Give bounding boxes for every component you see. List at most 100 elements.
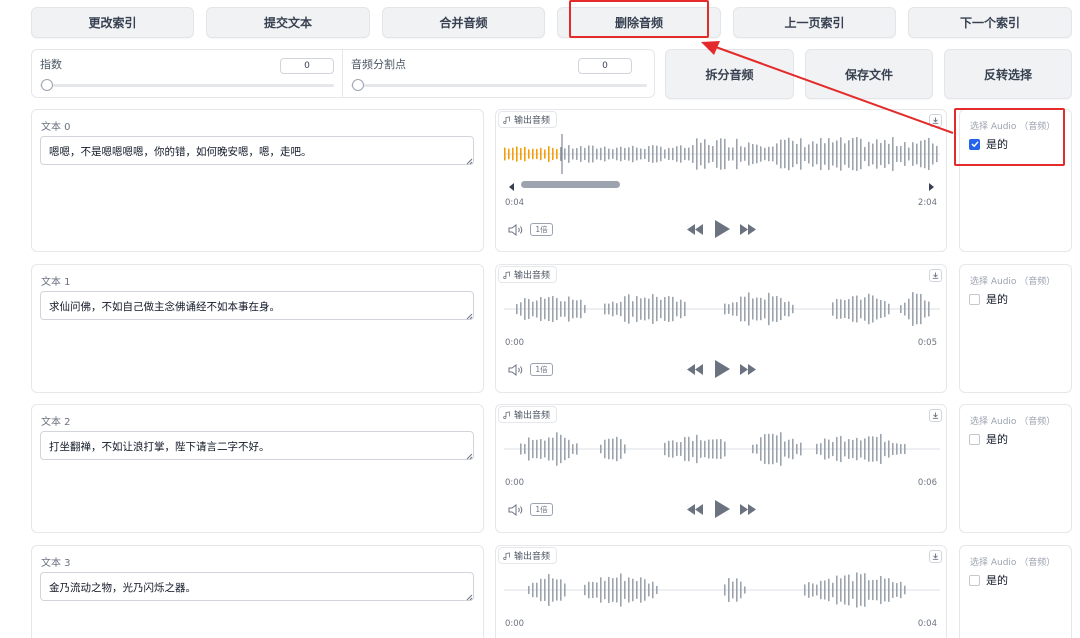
waveform-bar	[832, 142, 834, 166]
waveform-bar	[728, 577, 730, 603]
exponent-input[interactable]: 0	[280, 58, 334, 74]
scroll-left-arrow[interactable]	[509, 181, 515, 191]
waveform-bar	[900, 145, 902, 163]
delete-audio-button[interactable]: 删除音频	[557, 7, 721, 38]
checkbox[interactable]	[969, 574, 980, 586]
merge-audio-button[interactable]: 合并音频	[382, 7, 545, 38]
next-index-button[interactable]: 下一个索引	[908, 7, 1072, 38]
split-audio-button[interactable]: 拆分音频	[665, 49, 794, 99]
split-point-input[interactable]: 0	[578, 58, 632, 74]
waveform-bar	[668, 147, 670, 161]
download-button[interactable]	[929, 269, 942, 282]
waveform-bar	[628, 147, 630, 161]
select-audio-option[interactable]: 是的	[969, 572, 1008, 588]
resize-handle-icon[interactable]	[466, 594, 473, 601]
invert-selection-button[interactable]: 反转选择	[944, 49, 1072, 99]
playback-speed-button[interactable]: 1倍	[530, 503, 553, 516]
split-point-slider-track[interactable]	[351, 84, 647, 87]
waveform-bar	[544, 149, 546, 159]
music-note-icon	[503, 116, 510, 124]
split-point-slider-thumb[interactable]	[352, 79, 364, 91]
waveform-bar	[912, 142, 914, 166]
waveform-bar	[880, 433, 882, 465]
submit-text-button[interactable]: 提交文本	[206, 7, 370, 38]
waveform-bar	[584, 304, 586, 314]
waveform-bar	[616, 147, 618, 161]
waveform-bar	[864, 573, 866, 607]
fast-forward-icon[interactable]	[740, 224, 756, 235]
waveform-bar	[852, 137, 854, 171]
audio-label-tag: 输出音频	[498, 547, 558, 564]
waveform-bar	[812, 141, 814, 167]
resize-handle-icon[interactable]	[466, 453, 473, 460]
scroll-right-arrow[interactable]	[928, 181, 934, 191]
waveform-bar	[528, 298, 530, 320]
waveform-bar	[800, 442, 802, 456]
waveform-bar	[628, 577, 630, 603]
fast-forward-icon[interactable]	[740, 364, 756, 375]
download-button[interactable]	[929, 409, 942, 422]
waveform-bar	[756, 444, 758, 454]
waveform-bar	[608, 303, 610, 315]
waveform-bar	[560, 301, 562, 317]
rewind-icon[interactable]	[687, 504, 703, 515]
waveform-bar	[900, 443, 902, 455]
waveform-bar	[820, 443, 822, 455]
volume-icon[interactable]	[508, 504, 524, 516]
waveform[interactable]	[504, 570, 940, 610]
volume-icon[interactable]	[508, 364, 524, 376]
resize-handle-icon[interactable]	[466, 313, 473, 320]
waveform-bar	[928, 301, 930, 317]
waveform-bar	[556, 148, 558, 160]
save-file-button[interactable]: 保存文件	[805, 49, 933, 99]
exponent-slider-thumb[interactable]	[41, 79, 53, 91]
rewind-icon[interactable]	[687, 364, 703, 375]
prev-page-index-button[interactable]: 上一页索引	[733, 7, 896, 38]
select-audio-option[interactable]: 是的	[969, 136, 1008, 152]
waveform-scrollbar[interactable]	[521, 181, 620, 188]
waveform-bar	[764, 433, 766, 465]
playback-speed-button[interactable]: 1倍	[530, 223, 553, 236]
waveform-bar	[852, 581, 854, 599]
waveform-bar	[788, 137, 790, 171]
waveform-bar	[676, 301, 678, 317]
waveform-bar	[596, 582, 598, 598]
play-icon[interactable]	[714, 360, 730, 378]
volume-icon[interactable]	[508, 224, 524, 236]
checkbox[interactable]	[969, 138, 980, 150]
audio-player-1: 输出音频 0:00 0:05 1倍	[495, 264, 947, 393]
download-button[interactable]	[929, 550, 942, 563]
download-button[interactable]	[929, 114, 942, 127]
text-input[interactable]: 打坐翻禅，不如让浪打掌，陛下请言二字不好。	[40, 431, 474, 460]
exponent-slider-track[interactable]	[40, 84, 334, 87]
waveform-bar	[776, 435, 778, 463]
play-icon[interactable]	[714, 500, 730, 518]
waveform-bar	[604, 146, 606, 162]
waveform-bar	[776, 295, 778, 323]
waveform[interactable]	[504, 289, 940, 329]
waveform-bar	[832, 302, 834, 316]
fast-forward-icon[interactable]	[740, 504, 756, 515]
waveform-bar	[892, 137, 894, 171]
text-input[interactable]: 嗯嗯，不是嗯嗯嗯嗯，你的错，如何晚安嗯，嗯，走吧。	[40, 136, 474, 165]
checkbox[interactable]	[969, 293, 980, 305]
select-audio-label: 选择 Audio （音频）	[970, 277, 1056, 287]
rewind-icon[interactable]	[687, 224, 703, 235]
exponent-slider-block: 指数 0	[32, 50, 343, 97]
select-audio-option[interactable]: 是的	[969, 291, 1008, 307]
resize-handle-icon[interactable]	[466, 158, 473, 165]
change-index-button[interactable]: 更改索引	[31, 7, 194, 38]
checkbox[interactable]	[969, 433, 980, 445]
playback-speed-button[interactable]: 1倍	[530, 363, 553, 376]
waveform-bar	[632, 301, 634, 317]
text-input[interactable]: 求仙问佛，不如自己做主念佛诵经不如本事在身。	[40, 291, 474, 320]
select-audio-option[interactable]: 是的	[969, 431, 1008, 447]
text-input[interactable]: 金乃流动之物，光乃闪烁之器。	[40, 572, 474, 601]
play-icon[interactable]	[714, 220, 730, 238]
waveform[interactable]	[504, 429, 940, 469]
waveform-bar	[852, 439, 854, 459]
waveform-bar	[840, 299, 842, 319]
waveform-bar	[740, 581, 742, 599]
waveform-bar	[804, 146, 806, 162]
waveform[interactable]	[504, 134, 940, 174]
